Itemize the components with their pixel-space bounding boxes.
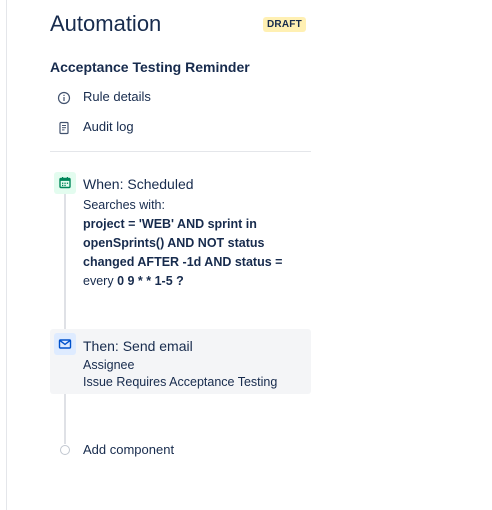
every-label: every xyxy=(83,274,114,288)
action-step[interactable]: Then: Send email Assignee Issue Requires… xyxy=(50,329,311,394)
mail-icon xyxy=(54,333,76,355)
action-details: Assignee Issue Requires Acceptance Testi… xyxy=(83,357,303,391)
rule-details-label: Rule details xyxy=(83,89,151,104)
calendar-icon xyxy=(54,172,76,194)
rule-details-link[interactable]: Rule details xyxy=(57,88,307,108)
divider xyxy=(50,151,311,152)
document-icon xyxy=(57,121,71,135)
audit-log-link[interactable]: Audit log xyxy=(57,118,307,138)
add-component-button[interactable]: Add component xyxy=(58,441,258,461)
trigger-title: When: Scheduled xyxy=(83,176,194,192)
audit-log-label: Audit log xyxy=(83,119,134,134)
page-title: Automation xyxy=(50,11,162,36)
email-subject: Issue Requires Acceptance Testing xyxy=(83,375,278,389)
info-icon xyxy=(57,91,71,105)
trigger-details: Searches with: project = 'WEB' AND sprin… xyxy=(83,196,303,291)
cron-expression: 0 9 * * 1-5 ? xyxy=(117,274,184,288)
searches-label: Searches with: xyxy=(83,198,165,212)
jql-query: project = 'WEB' AND sprint in openSprint… xyxy=(83,217,283,269)
sidebar-border xyxy=(6,0,7,510)
trigger-step[interactable]: When: Scheduled Searches with: project =… xyxy=(50,170,311,290)
rule-name: Acceptance Testing Reminder xyxy=(50,59,250,75)
action-title: Then: Send email xyxy=(83,338,193,354)
page-header: Automation DRAFT xyxy=(50,10,310,40)
draft-badge: DRAFT xyxy=(263,17,306,32)
automation-page: Automation DRAFT Acceptance Testing Remi… xyxy=(0,0,492,510)
add-component-dot-icon xyxy=(60,445,70,455)
add-component-label: Add component xyxy=(83,442,175,457)
email-recipient: Assignee xyxy=(83,358,135,372)
